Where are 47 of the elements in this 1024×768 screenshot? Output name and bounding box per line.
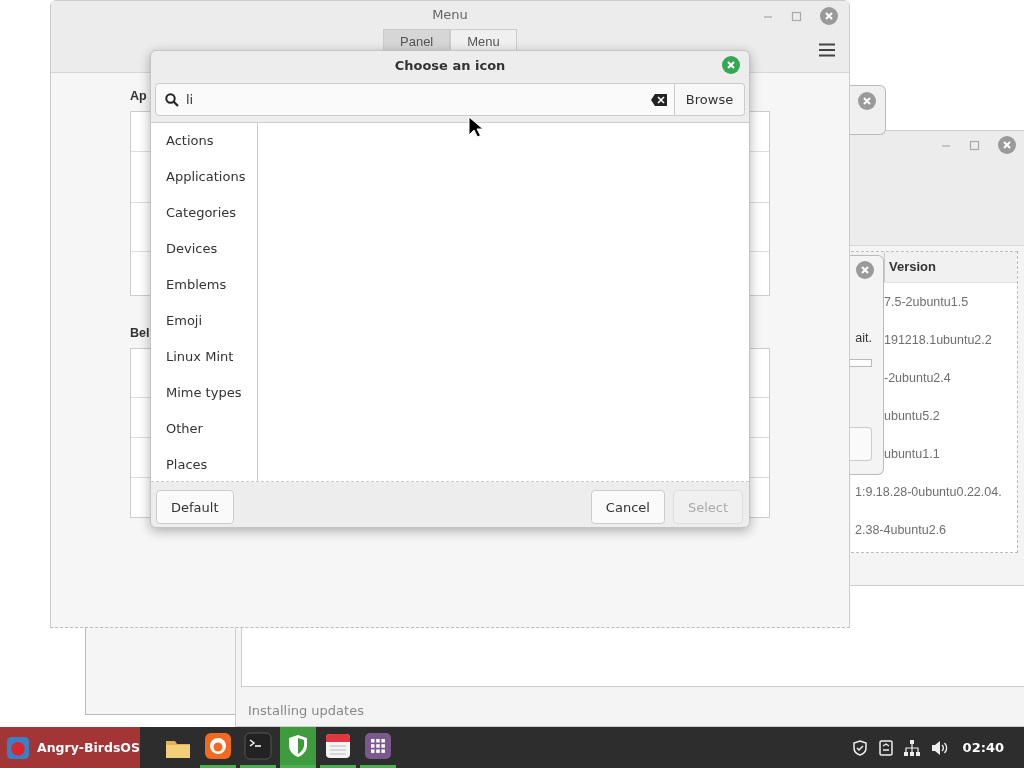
close-icon[interactable] xyxy=(856,261,874,279)
window-title: Menu xyxy=(432,7,468,22)
category-item[interactable]: Categories xyxy=(166,195,257,231)
start-label: Angry-BirdsOS xyxy=(37,740,140,755)
close-icon[interactable] xyxy=(722,56,740,74)
category-item[interactable]: Mime types xyxy=(166,375,257,411)
category-item[interactable]: Devices xyxy=(166,231,257,267)
category-item[interactable]: Applications xyxy=(166,159,257,195)
close-icon[interactable] xyxy=(820,7,838,25)
category-item[interactable]: Linux Mint xyxy=(166,339,257,375)
browse-button[interactable]: Browse xyxy=(675,83,745,116)
category-item[interactable]: Emblems xyxy=(166,267,257,303)
status-text: Installing updates xyxy=(248,703,365,718)
category-item[interactable]: Actions xyxy=(166,123,257,159)
close-icon[interactable] xyxy=(858,92,876,110)
section-heading: Ap xyxy=(130,89,147,103)
category-item[interactable]: Other xyxy=(166,411,257,447)
category-item[interactable]: Places xyxy=(166,447,257,483)
network-icon[interactable] xyxy=(903,739,920,756)
search-icon xyxy=(165,93,179,107)
table-cell: 1:9.18.28-0ubuntu0.22.04. xyxy=(855,484,1002,500)
search-field[interactable]: li xyxy=(155,83,675,116)
app-grid-icon xyxy=(364,732,392,760)
table-cell: 191218.1ubuntu2.2 xyxy=(884,332,992,348)
section-heading: Bel xyxy=(130,326,150,340)
table-cell: -2ubuntu2.4 xyxy=(884,370,951,386)
shield-icon[interactable] xyxy=(851,739,868,756)
category-item[interactable]: Emoji xyxy=(166,303,257,339)
dialog-button[interactable]: Cancel xyxy=(590,490,665,524)
volume-icon[interactable] xyxy=(930,739,949,756)
dialog-title: Choose an icon xyxy=(394,57,506,73)
table-cell: 7.5-2ubuntu1.5 xyxy=(884,294,969,310)
calendar-icon xyxy=(324,732,352,760)
start-button[interactable]: Angry-BirdsOS xyxy=(0,727,140,768)
table-cell: ubuntu1.1 xyxy=(884,446,940,462)
table-cell: 2.38-4ubuntu2.6 xyxy=(855,522,947,538)
browser-icon xyxy=(204,732,232,760)
clear-icon[interactable] xyxy=(651,94,667,106)
menu-icon[interactable] xyxy=(819,43,835,57)
table-cell: ubuntu5.2 xyxy=(884,408,940,424)
dialog-message: ait. xyxy=(855,331,872,345)
dialog-button[interactable]: Default xyxy=(156,490,234,524)
app-logo-icon xyxy=(7,734,29,761)
clock[interactable]: 02:40 xyxy=(962,740,1004,755)
close-icon[interactable] xyxy=(998,136,1016,154)
terminal-icon xyxy=(244,732,272,760)
document-icon[interactable] xyxy=(878,739,893,756)
